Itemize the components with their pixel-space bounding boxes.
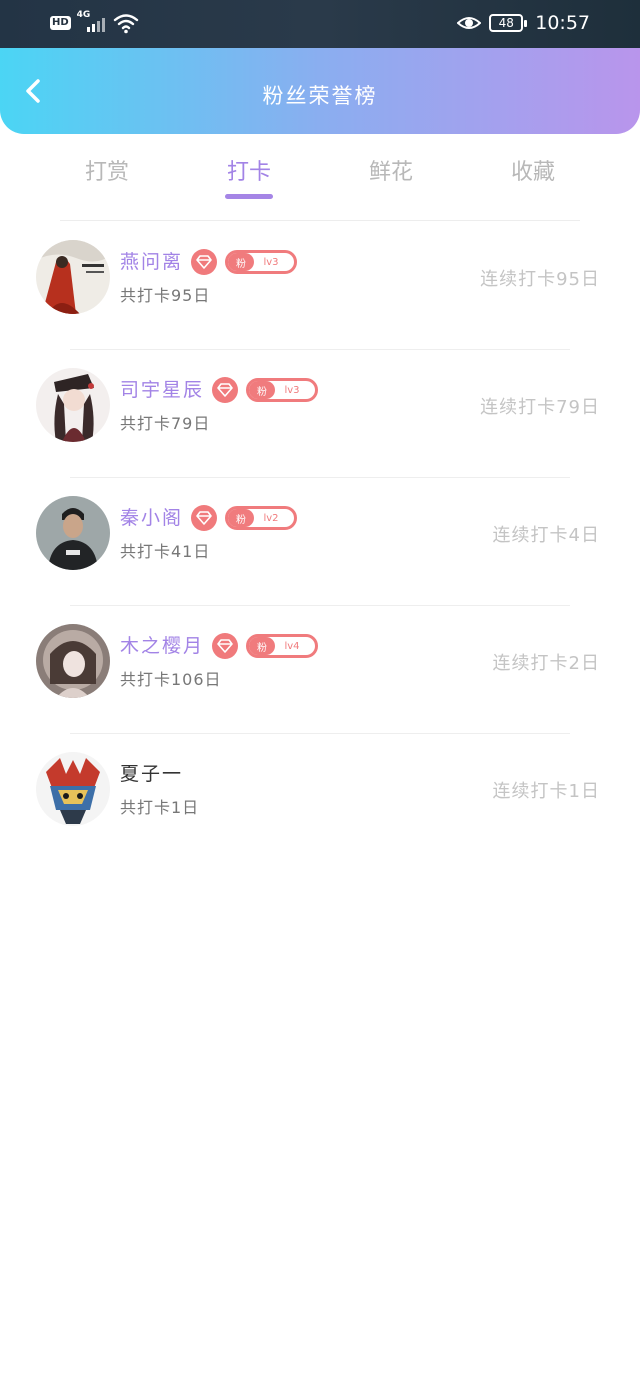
streak-checkins: 连续打卡79日 xyxy=(480,397,600,418)
status-right: 48 10:57 xyxy=(457,10,590,36)
avatar[interactable] xyxy=(36,240,110,314)
name-line: 秦小阁 粉 lv2 xyxy=(120,505,298,531)
list-item[interactable]: 秦小阁 粉 lv2 共打卡41日 连续打卡4日 xyxy=(0,478,640,606)
list-item[interactable]: 夏子一 共打卡1日 连续打卡1日 xyxy=(0,734,640,862)
fan-level: lv2 xyxy=(263,512,279,524)
tab-bar: 打赏 打卡 鲜花 收藏 xyxy=(0,134,640,222)
fan-level: lv4 xyxy=(284,640,300,652)
fan-badge-label: 粉 xyxy=(249,637,276,655)
battery-icon: 48 xyxy=(489,14,528,32)
hd-icon: HD xyxy=(50,16,71,30)
fan-level: lv3 xyxy=(263,256,279,268)
name-line: 燕问离 粉 lv3 xyxy=(120,249,298,275)
tab-favorites[interactable]: 收藏 xyxy=(473,154,593,186)
tab-reward[interactable]: 打赏 xyxy=(47,154,167,186)
fan-level: lv3 xyxy=(284,384,300,396)
diamond-badge-icon xyxy=(191,505,218,531)
fan-level-badge: 粉 lv3 xyxy=(246,378,319,402)
total-checkins: 共打卡1日 xyxy=(120,798,200,817)
streak-checkins: 连续打卡2日 xyxy=(492,653,600,674)
fan-badge-label: 粉 xyxy=(228,509,255,527)
fan-name[interactable]: 夏子一 xyxy=(120,761,183,787)
avatar[interactable] xyxy=(36,368,110,442)
divider xyxy=(60,220,580,221)
status-left: HD 4G xyxy=(50,10,139,34)
name-line: 司宇星辰 粉 lv3 xyxy=(120,377,319,403)
status-time: 10:57 xyxy=(535,12,590,34)
total-checkins: 共打卡79日 xyxy=(120,414,211,433)
eye-comfort-icon xyxy=(457,17,482,29)
list-item[interactable]: 木之樱月 粉 lv4 共打卡106日 连续打卡2日 xyxy=(0,606,640,734)
wifi-icon xyxy=(113,14,138,34)
list-item[interactable]: 燕问离 粉 lv3 共打卡95日 连续打卡95日 xyxy=(0,222,640,350)
diamond-badge-icon xyxy=(212,377,239,403)
fan-name[interactable]: 燕问离 xyxy=(120,249,183,275)
tab-checkin-label: 打卡 xyxy=(226,160,271,185)
diamond-badge-icon xyxy=(191,249,218,275)
fan-list: 燕问离 粉 lv3 共打卡95日 连续打卡95日 司宇星辰 粉 lv3 共打卡7… xyxy=(0,222,640,862)
diamond-badge-icon xyxy=(212,633,239,659)
total-checkins: 共打卡106日 xyxy=(120,670,222,689)
fan-level-badge: 粉 lv4 xyxy=(246,634,319,658)
battery-level: 48 xyxy=(498,16,514,30)
status-bar: HD 4G 48 10:57 xyxy=(0,0,640,48)
fan-badge-label: 粉 xyxy=(228,253,255,271)
list-item[interactable]: 司宇星辰 粉 lv3 共打卡79日 连续打卡79日 xyxy=(0,350,640,478)
avatar[interactable] xyxy=(36,752,110,826)
total-checkins: 共打卡95日 xyxy=(120,286,211,305)
streak-checkins: 连续打卡95日 xyxy=(480,269,600,290)
total-checkins: 共打卡41日 xyxy=(120,542,211,561)
cellular-signal-icon: 4G xyxy=(77,10,107,34)
page-title: 粉丝荣誉榜 xyxy=(262,84,378,108)
name-line: 木之樱月 粉 lv4 xyxy=(120,633,319,659)
streak-checkins: 连续打卡4日 xyxy=(492,525,600,546)
fan-level-badge: 粉 lv2 xyxy=(225,506,298,530)
fan-name[interactable]: 司宇星辰 xyxy=(120,377,204,403)
tab-flowers[interactable]: 鲜花 xyxy=(331,154,451,186)
name-line: 夏子一 xyxy=(120,761,183,787)
fan-name[interactable]: 木之樱月 xyxy=(120,633,204,659)
tab-checkin[interactable]: 打卡 xyxy=(189,154,309,199)
title-bar: 粉丝荣誉榜 xyxy=(0,48,640,134)
tab-active-indicator xyxy=(225,194,273,199)
avatar[interactable] xyxy=(36,624,110,698)
streak-checkins: 连续打卡1日 xyxy=(492,781,600,802)
fan-name[interactable]: 秦小阁 xyxy=(120,505,183,531)
fan-level-badge: 粉 lv3 xyxy=(225,250,298,274)
fan-badge-label: 粉 xyxy=(249,381,276,399)
avatar[interactable] xyxy=(36,496,110,570)
